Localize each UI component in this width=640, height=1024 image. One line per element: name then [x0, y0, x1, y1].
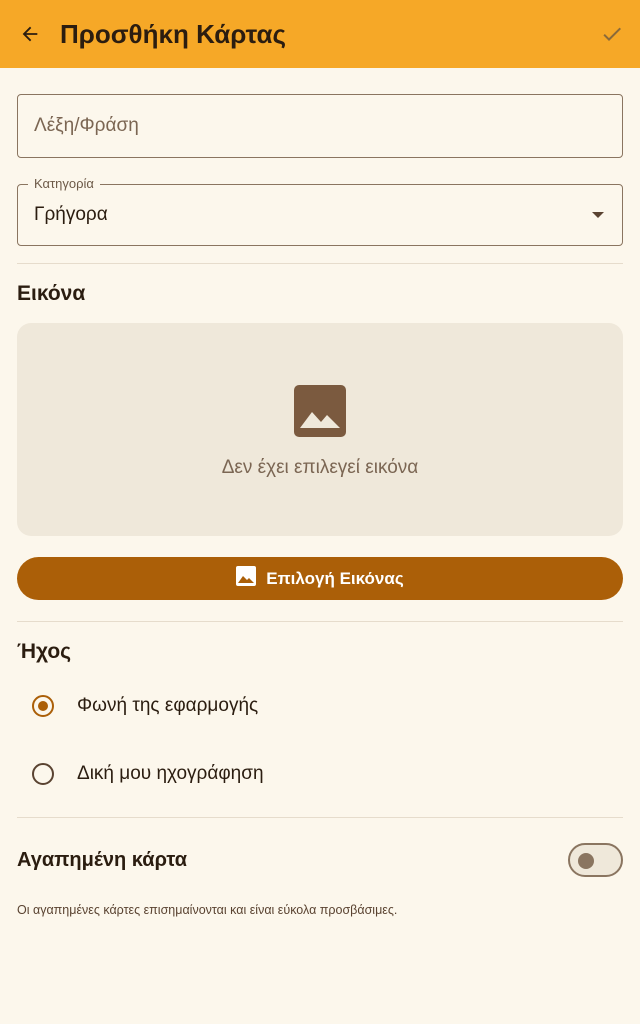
sound-option-own-recording[interactable]: Δική μου ηχογράφηση — [17, 750, 623, 798]
radio-button-selected[interactable] — [32, 695, 54, 717]
favorite-note: Οι αγαπημένες κάρτες επισημαίνονται και … — [17, 903, 398, 917]
sound-option-label: Φωνή της εφαρμογής — [77, 695, 259, 716]
sound-option-app-voice[interactable]: Φωνή της εφαρμογής — [17, 682, 623, 730]
divider — [17, 817, 623, 818]
app-bar: Προσθήκη Κάρτας — [0, 0, 640, 68]
favorite-label: Αγαπημένη κάρτα — [17, 849, 188, 871]
pick-image-button[interactable]: Επιλογή Εικόνας — [17, 557, 623, 600]
check-icon[interactable] — [598, 20, 626, 48]
divider — [17, 621, 623, 622]
page-title: Προσθήκη Κάρτας — [60, 19, 286, 49]
no-image-text: Δεν έχει επιλεγεί εικόνα — [221, 457, 419, 478]
sound-section-title: Ήχος — [17, 640, 72, 663]
phrase-input[interactable]: Λέξη/Φράση — [17, 94, 623, 158]
toggle-knob — [578, 853, 594, 869]
image-icon — [294, 385, 346, 437]
image-preview[interactable]: Δεν έχει επιλεγεί εικόνα — [17, 323, 623, 536]
image-icon — [236, 566, 257, 591]
phrase-placeholder: Λέξη/Φράση — [34, 115, 139, 136]
arrow-back-icon[interactable] — [16, 20, 44, 48]
pick-image-label: Επιλογή Εικόνας — [266, 568, 404, 588]
category-value: Γρήγορα — [34, 204, 108, 225]
category-dropdown[interactable]: Κατηγορία Γρήγορα — [17, 176, 623, 246]
radio-button[interactable] — [32, 763, 54, 785]
category-label: Κατηγορία — [28, 176, 100, 192]
favorite-toggle[interactable] — [568, 843, 623, 877]
sound-option-label: Δική μου ηχογράφηση — [77, 763, 264, 784]
dropdown-arrow-icon — [592, 212, 604, 218]
image-section-title: Εικόνα — [17, 282, 86, 305]
divider — [17, 263, 623, 264]
